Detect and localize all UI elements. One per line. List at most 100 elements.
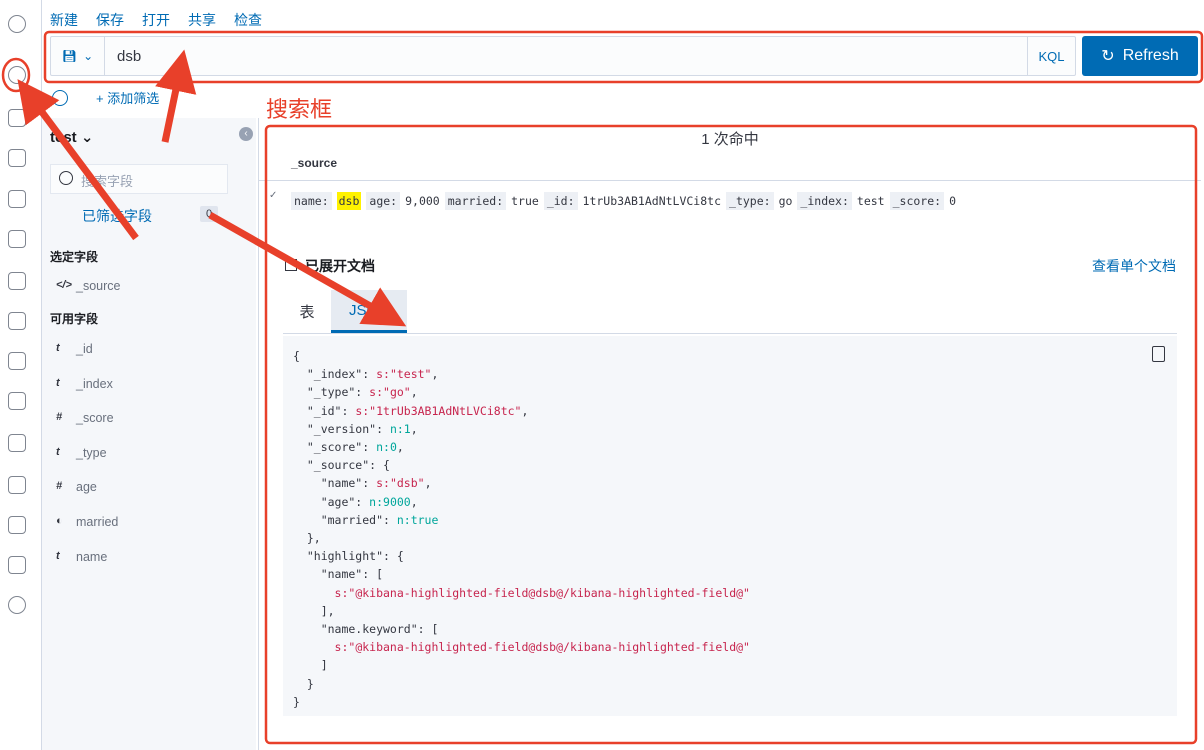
json-line: "_source": { — [293, 456, 1167, 474]
dashboard-icon[interactable] — [8, 149, 26, 167]
search-input[interactable] — [105, 47, 1027, 65]
field-name: _score — [76, 411, 114, 426]
settings-icon[interactable] — [8, 596, 26, 614]
json-token: } — [293, 694, 300, 709]
kql-toggle[interactable]: KQL — [1027, 37, 1075, 75]
json-code-block: { "_index": s:"test", "_type": s:"go", "… — [283, 336, 1177, 716]
json-line: "age": n:9000, — [293, 493, 1167, 511]
json-line: } — [293, 675, 1167, 693]
doc-field-value: 1trUb3AB1AdNtLVCi8tc — [582, 194, 722, 208]
menu-item[interactable]: 保存 — [96, 10, 124, 30]
column-header-source: _source — [291, 156, 338, 170]
json-token: , — [410, 385, 418, 400]
field-item[interactable]: t _type — [56, 446, 107, 460]
doc-field-key: age: — [366, 192, 401, 210]
field-item[interactable]: </> _source — [56, 279, 120, 293]
json-token: s:"go" — [369, 385, 411, 400]
field-item[interactable]: # _score — [56, 411, 114, 425]
infrastructure-icon[interactable] — [8, 312, 26, 330]
doc-field-value: go — [778, 194, 793, 208]
json-token: "name": — [293, 476, 377, 491]
apm-icon[interactable] — [8, 392, 26, 410]
clock-icon[interactable] — [8, 15, 26, 33]
field-item[interactable]: t _index — [56, 377, 113, 391]
field-name: _type — [76, 445, 107, 460]
view-single-document-link[interactable]: 查看单个文档 — [1092, 256, 1176, 276]
field-name: _id — [76, 342, 93, 356]
visualize-icon[interactable] — [8, 109, 26, 127]
menu-item[interactable]: 共享 — [188, 10, 216, 30]
uptime-icon[interactable] — [8, 434, 26, 452]
refresh-button[interactable]: ↻ Refresh — [1082, 36, 1198, 76]
discover-icon[interactable] — [8, 66, 26, 84]
menu-item[interactable]: 打开 — [142, 10, 170, 30]
maps-icon[interactable] — [8, 230, 26, 248]
collapse-sidebar-button[interactable]: ‹ — [239, 127, 253, 141]
divider — [259, 180, 1201, 181]
json-token: s:"test" — [376, 367, 432, 382]
json-line: "highlight": { — [293, 547, 1167, 565]
json-token: , — [521, 403, 529, 418]
field-item[interactable]: t _id — [56, 342, 93, 356]
json-token: s:"@kibana-highlighted-field@dsb@/kibana… — [334, 640, 750, 655]
monitoring-icon[interactable] — [8, 556, 26, 574]
json-token: s:"dsb" — [376, 476, 425, 491]
doc-field-value: 9,000 — [405, 194, 440, 208]
ml-icon[interactable] — [8, 272, 26, 290]
field-search-input[interactable]: 搜索字段 — [50, 164, 228, 194]
json-token: "name": [ — [293, 567, 384, 582]
menu-item[interactable]: 新建 — [50, 10, 78, 30]
dev-tools-icon[interactable] — [8, 516, 26, 534]
json-token: , — [396, 440, 404, 455]
filter-icon[interactable] — [52, 89, 68, 106]
add-filter-link[interactable]: + 添加筛选 — [96, 88, 159, 107]
field-type-icon: t — [56, 376, 60, 389]
field-item[interactable]: ◐ married — [56, 515, 118, 529]
filtered-fields-toggle[interactable]: 已筛选字段 — [56, 206, 152, 226]
json-token: n:1 — [389, 421, 411, 436]
tab-json[interactable]: JSON — [331, 290, 407, 333]
saved-query-button[interactable]: 💾︎ ⌄ — [51, 37, 105, 75]
field-sidebar: test ⌄ 搜索字段 已筛选字段 0 选定字段 可用字段 </> _source… — [42, 118, 256, 750]
json-token: "_index": — [293, 367, 377, 382]
doc-view-tabs: 表 JSON — [283, 290, 1177, 334]
json-token: "_score": — [293, 440, 377, 455]
json-token: "highlight": { — [293, 549, 404, 564]
siem-icon[interactable] — [8, 476, 26, 494]
json-line: "_version": n:1, — [293, 420, 1167, 438]
json-token: "_id": — [293, 403, 356, 418]
expanded-label: 已展开文档 — [305, 258, 375, 274]
json-token: , — [410, 494, 418, 509]
json-line: s:"@kibana-highlighted-field@dsb@/kibana… — [293, 584, 1167, 602]
tab-table[interactable]: 表 — [283, 290, 331, 333]
copy-icon[interactable] — [1152, 346, 1165, 362]
json-token: ], — [293, 603, 335, 618]
selected-fields-header: 选定字段 — [50, 250, 99, 264]
chevron-down-icon: ⌄ — [83, 49, 94, 63]
json-line: ], — [293, 602, 1167, 620]
menu-item[interactable]: 检查 — [234, 10, 262, 30]
field-name: _index — [76, 376, 113, 391]
available-fields-header: 可用字段 — [50, 312, 99, 326]
document-icon — [285, 259, 297, 271]
json-line: "name": s:"dsb", — [293, 474, 1167, 492]
field-name: age — [76, 480, 97, 495]
query-bar: 💾︎ ⌄ KQL — [50, 36, 1076, 76]
collapse-row-icon[interactable]: ✓ — [269, 190, 277, 201]
json-line: { — [293, 347, 1167, 365]
index-pattern-selector[interactable]: test ⌄ — [50, 128, 93, 146]
json-token: "married": — [293, 512, 397, 527]
field-item[interactable]: # age — [56, 480, 97, 494]
json-line: s:"@kibana-highlighted-field@dsb@/kibana… — [293, 638, 1167, 656]
logs-icon[interactable] — [8, 352, 26, 370]
chevron-down-icon: ⌄ — [80, 129, 94, 146]
canvas-icon[interactable] — [8, 190, 26, 208]
field-name: _source — [76, 279, 121, 293]
json-token: , — [424, 476, 432, 491]
refresh-icon: ↻ — [1101, 48, 1115, 65]
json-line: "name.keyword": [ — [293, 620, 1167, 638]
doc-field-key: _id: — [543, 192, 578, 210]
json-token: "_source": { — [293, 458, 390, 473]
field-item[interactable]: t name — [56, 550, 107, 564]
